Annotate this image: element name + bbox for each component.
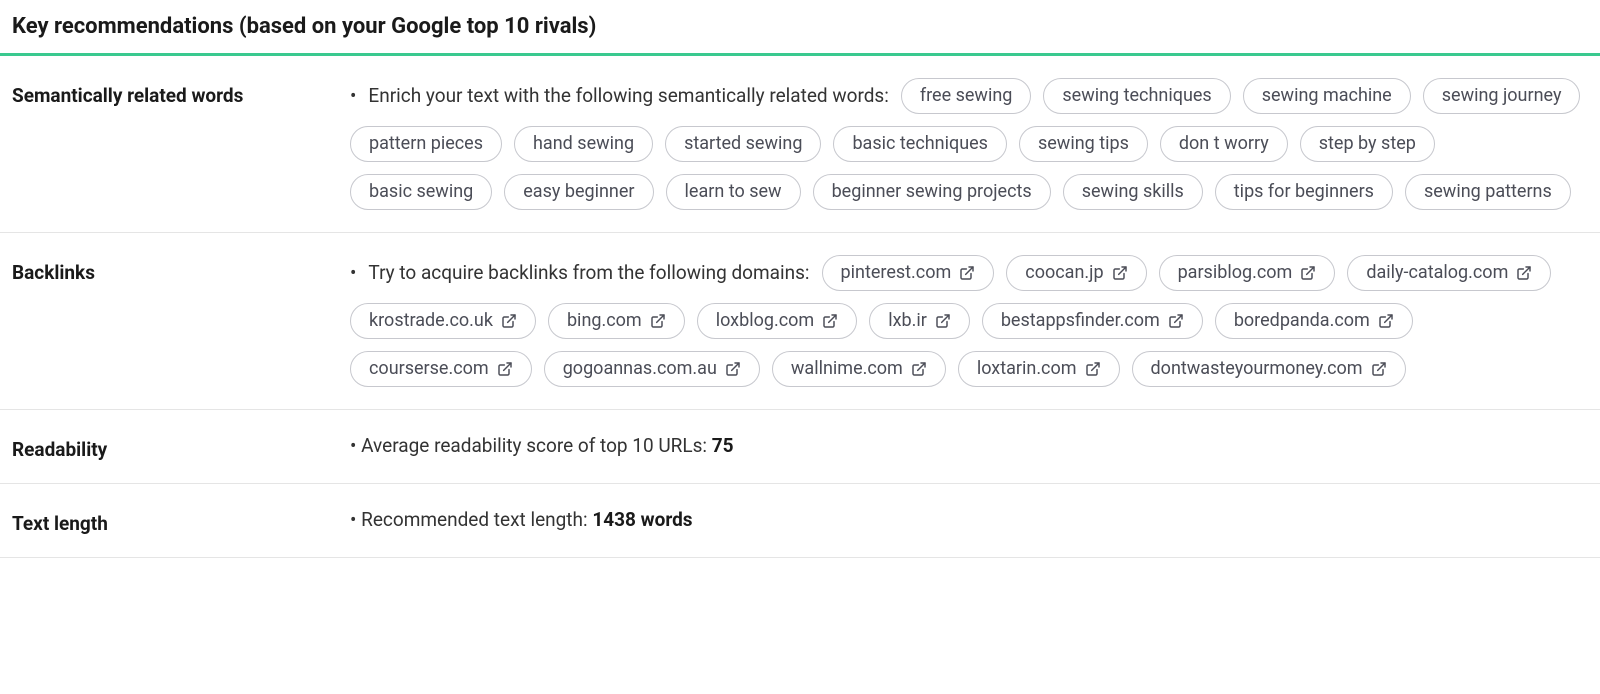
semantic-word-pill[interactable]: basic sewing [350,174,492,210]
semantic-word-pill[interactable]: free sewing [901,78,1032,114]
semantic-word-pill[interactable]: learn to sew [666,174,801,210]
backlink-domain-pill[interactable]: pinterest.com [822,255,995,291]
section-semantic-label: Semantically related words [12,78,350,210]
backlink-domain-text: loxblog.com [716,310,814,332]
semantic-word-pill[interactable]: sewing tips [1019,126,1148,162]
section-semantic-body: • Enrich your text with the following se… [350,78,1588,210]
section-semantic-words: Semantically related words • Enrich your… [0,56,1600,233]
section-textlength-label: Text length [12,506,350,535]
semantic-word-pill[interactable]: tips for beginners [1215,174,1393,210]
external-link-icon [650,313,666,329]
external-link-icon [1300,265,1316,281]
semantic-word-pill[interactable]: step by step [1300,126,1435,162]
section-backlinks-label: Backlinks [12,255,350,387]
bullet: • [350,508,361,531]
backlink-domain-pill[interactable]: bing.com [548,303,685,339]
backlinks-lead-text: Try to acquire backlinks from the follow… [368,255,809,291]
external-link-icon [1516,265,1532,281]
backlinks-pill-list: • Try to acquire backlinks from the foll… [350,255,1588,387]
semantic-word-pill[interactable]: basic techniques [833,126,1007,162]
semantic-word-pill[interactable]: sewing skills [1063,174,1203,210]
external-link-icon [822,313,838,329]
backlink-domain-pill[interactable]: loxtarin.com [958,351,1120,387]
backlink-domain-text: lxb.ir [888,310,927,332]
section-readability-body: • Average readability score of top 10 UR… [350,432,1588,461]
bullet: • [350,434,361,457]
recommendations-title: Key recommendations (based on your Googl… [12,14,1588,39]
external-link-icon [1378,313,1394,329]
readability-value: 75 [712,434,734,457]
semantic-word-pill[interactable]: easy beginner [504,174,653,210]
semantic-word-pill[interactable]: pattern pieces [350,126,502,162]
textlength-value: 1438 words [592,508,692,531]
backlink-domain-text: boredpanda.com [1234,310,1370,332]
section-readability-label: Readability [12,432,350,461]
semantic-word-pill[interactable]: sewing patterns [1405,174,1571,210]
semantic-word-pill[interactable]: hand sewing [514,126,653,162]
section-textlength: Text length • Recommended text length: 1… [0,484,1600,558]
readability-lead: Average readability score of top 10 URLs… [361,434,707,457]
backlink-domain-pill[interactable]: krostrade.co.uk [350,303,536,339]
readability-stat: • Average readability score of top 10 UR… [350,432,1588,461]
backlink-domain-text: courserse.com [369,358,489,380]
backlink-domain-pill[interactable]: daily-catalog.com [1347,255,1551,291]
backlink-domain-pill[interactable]: parsiblog.com [1159,255,1336,291]
backlink-domain-text: dontwasteyourmoney.com [1151,358,1363,380]
backlink-domain-pill[interactable]: gogoannas.com.au [544,351,760,387]
backlink-domain-pill[interactable]: courserse.com [350,351,532,387]
backlink-domain-text: coocan.jp [1025,262,1103,284]
external-link-icon [935,313,951,329]
backlink-domain-text: daily-catalog.com [1366,262,1508,284]
backlink-domain-pill[interactable]: bestappsfinder.com [982,303,1203,339]
bullet: • [350,255,356,291]
backlink-domain-text: bing.com [567,310,642,332]
backlink-domain-pill[interactable]: coocan.jp [1006,255,1146,291]
section-backlinks: Backlinks • Try to acquire backlinks fro… [0,233,1600,410]
semantic-word-pill[interactable]: sewing machine [1243,78,1411,114]
semantic-word-pill[interactable]: sewing techniques [1043,78,1230,114]
semantic-pill-list: • Enrich your text with the following se… [350,78,1588,210]
external-link-icon [725,361,741,377]
backlink-domain-text: parsiblog.com [1178,262,1293,284]
backlink-domain-text: krostrade.co.uk [369,310,493,332]
backlink-domain-pill[interactable]: boredpanda.com [1215,303,1413,339]
semantic-word-pill[interactable]: sewing journey [1423,78,1581,114]
external-link-icon [501,313,517,329]
backlink-domain-pill[interactable]: wallnime.com [772,351,946,387]
backlink-domain-text: loxtarin.com [977,358,1077,380]
backlink-domain-pill[interactable]: lxb.ir [869,303,970,339]
backlink-domain-text: wallnime.com [791,358,903,380]
external-link-icon [1085,361,1101,377]
recommendations-header: Key recommendations (based on your Googl… [0,0,1600,56]
backlink-domain-text: pinterest.com [841,262,952,284]
semantic-word-pill[interactable]: started sewing [665,126,821,162]
textlength-lead: Recommended text length: [361,508,587,531]
bullet: • [350,78,356,114]
semantic-word-pill[interactable]: beginner sewing projects [813,174,1051,210]
semantic-word-pill[interactable]: don t worry [1160,126,1288,162]
section-backlinks-body: • Try to acquire backlinks from the foll… [350,255,1588,387]
backlink-domain-pill[interactable]: dontwasteyourmoney.com [1132,351,1406,387]
external-link-icon [911,361,927,377]
backlink-domain-pill[interactable]: loxblog.com [697,303,857,339]
external-link-icon [1168,313,1184,329]
external-link-icon [1112,265,1128,281]
backlink-domain-text: bestappsfinder.com [1001,310,1160,332]
semantic-lead-text: Enrich your text with the following sema… [368,78,888,114]
section-readability: Readability • Average readability score … [0,410,1600,484]
external-link-icon [1371,361,1387,377]
section-textlength-body: • Recommended text length: 1438 words [350,506,1588,535]
external-link-icon [497,361,513,377]
external-link-icon [959,265,975,281]
backlink-domain-text: gogoannas.com.au [563,358,717,380]
textlength-stat: • Recommended text length: 1438 words [350,506,1588,535]
